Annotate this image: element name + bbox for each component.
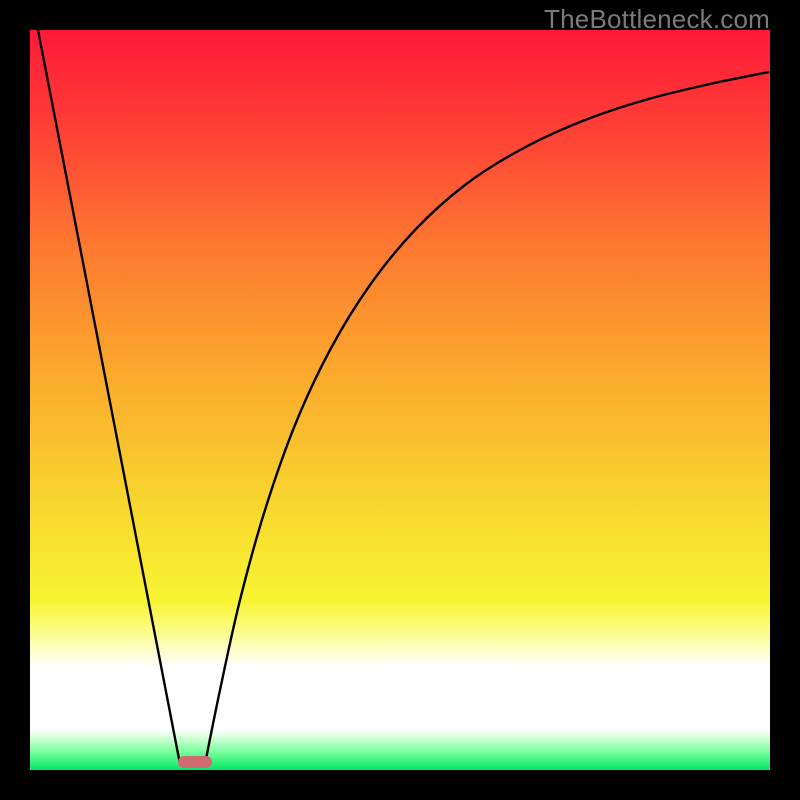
chart-frame xyxy=(30,30,770,770)
gradient-background xyxy=(30,30,770,770)
chart-svg xyxy=(30,30,770,770)
min-marker xyxy=(178,756,212,768)
